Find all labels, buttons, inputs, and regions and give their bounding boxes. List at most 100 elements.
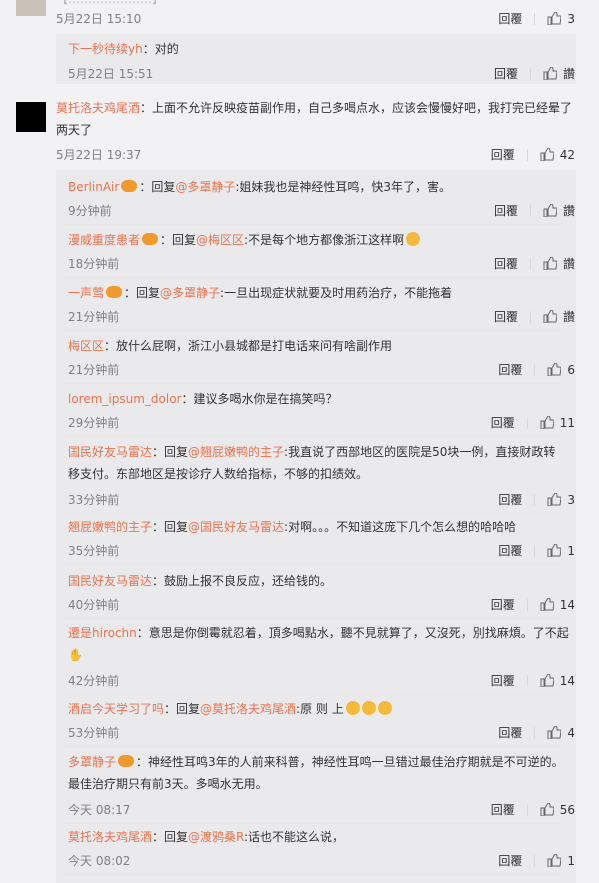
vip-badge-icon xyxy=(106,286,123,298)
user-name-link[interactable]: 莫托洛夫鸡尾酒 xyxy=(56,101,140,115)
reply-text: 莫托洛夫鸡尾酒：回复@渡鸦桑R:话也不能这么说， xyxy=(68,826,344,848)
user-name-link[interactable]: BerlinAir xyxy=(68,180,119,194)
thumb-up-icon[interactable] xyxy=(547,544,562,557)
emoji-icon xyxy=(406,232,421,246)
comment-text: ：回复 xyxy=(139,180,176,194)
thumb-up-icon[interactable] xyxy=(547,854,562,867)
reply-text: 一声莺 ：回复@多罩静子:一旦出现症状就要及时用药治疗，不能拖着 xyxy=(68,282,452,304)
thumb-up-icon[interactable] xyxy=(540,598,554,611)
reply-text-line2: ✋ xyxy=(68,644,83,666)
reply-button[interactable]: 回覆 xyxy=(494,257,518,271)
comment-text: ：回复 xyxy=(152,830,189,844)
like-count: 4 xyxy=(567,726,575,740)
vip-badge-icon xyxy=(121,180,138,192)
user-name-link[interactable]: 酒启今天学习了吗 xyxy=(68,702,164,716)
divider xyxy=(64,694,564,695)
comment-text-rest: :一旦出现症状就要及时用药治疗，不能拖着 xyxy=(220,286,453,300)
thumb-up-icon[interactable] xyxy=(543,310,557,323)
thumb-up-icon[interactable] xyxy=(547,363,562,376)
like-count: 讚 xyxy=(562,310,575,324)
thumb-up-icon[interactable] xyxy=(547,493,562,506)
reply-time: 42分钟前 xyxy=(68,674,120,688)
reply-button[interactable]: 回覆 xyxy=(491,803,515,817)
comment-text-rest: :话也不能这么说， xyxy=(244,830,345,844)
reply-time: 18分钟前 xyxy=(68,257,120,271)
reply-text: 多罩静子 ：神经性耳鸣3年的人前来科普，神经性耳鸣一旦错过最佳治疗期就是不可逆的。 xyxy=(68,751,564,773)
comment-text: ：回复 xyxy=(152,520,189,534)
comment-text-line1: ：上面不允许反映疫苗副作用，自己多喝点水，应该会慢慢好吧，我打完已经晕了 xyxy=(140,101,573,115)
reply-button[interactable]: 回覆 xyxy=(491,674,515,688)
like-count: 讚 xyxy=(562,204,575,218)
reply-time: 9分钟前 xyxy=(68,204,112,218)
user-name-link[interactable]: 一声莺 xyxy=(68,286,104,300)
reply-actions: 回覆 讚 xyxy=(494,308,575,325)
user-name-link[interactable]: 漫威重度患者 xyxy=(68,233,140,247)
mention-link[interactable]: @翘屁嫩鸭的主子 xyxy=(188,445,284,459)
thumb-up-icon[interactable] xyxy=(547,726,562,739)
divider xyxy=(64,277,564,278)
main-avatar[interactable] xyxy=(16,102,46,132)
like-count: 14 xyxy=(559,598,575,612)
user-name-link[interactable]: 国民好友马雷达 xyxy=(68,445,152,459)
user-name-link[interactable]: 多罩静子 xyxy=(68,755,116,769)
reply-button[interactable]: 回覆 xyxy=(498,854,522,868)
reply-button[interactable]: 回覆 xyxy=(494,67,518,81)
user-name-link[interactable]: 梅区区 xyxy=(68,339,104,353)
reply-button[interactable]: 回覆 xyxy=(498,363,522,377)
like-count: 6 xyxy=(567,363,575,377)
mention-link[interactable]: @梅区区 xyxy=(196,233,244,247)
vip-badge-icon xyxy=(142,233,159,245)
comment-text-rest: :我直说了西部地区的医院是50块一例，直接财政转 xyxy=(284,445,556,459)
like-label: 讚 xyxy=(562,67,575,81)
thumb-up-icon[interactable] xyxy=(540,416,554,429)
user-name-link[interactable]: 翘屁嫩鸭的主子 xyxy=(68,520,152,534)
like-count: 1 xyxy=(567,854,575,868)
thumb-up-icon[interactable] xyxy=(540,674,554,687)
sub-reply-item: 下一秒待续yh：对的 xyxy=(68,38,179,60)
reply-button[interactable]: 回覆 xyxy=(491,416,515,430)
comment-text: ：意思是你倒霉就忍着，頂多喝點水，聽不見就算了，又沒死，別找麻煩。了不起 xyxy=(136,626,569,640)
hand-emoji-icon: ✋ xyxy=(68,648,83,662)
reply-button[interactable]: 回覆 xyxy=(491,598,515,612)
top-partial-text: 【…………………】 xyxy=(56,0,164,7)
thumb-up-icon[interactable] xyxy=(540,803,554,816)
mention-link[interactable]: @多罩静子 xyxy=(160,286,220,300)
thumb-up-icon[interactable] xyxy=(540,148,554,161)
user-name-link[interactable]: 莫托洛夫鸡尾酒 xyxy=(68,830,152,844)
reply-button[interactable]: 回覆 xyxy=(494,204,518,218)
like-count: 14 xyxy=(559,674,575,688)
comment-text-rest: :对啊。。。不知道这庞下几个怎么想的哈哈哈 xyxy=(284,520,517,534)
mention-link[interactable]: @渡鸦桑R xyxy=(188,830,244,844)
top-avatar[interactable] xyxy=(16,0,46,16)
reply-button[interactable]: 回覆 xyxy=(491,148,515,162)
main-comment-time: 5月22日 19:37 xyxy=(56,148,142,162)
reply-button[interactable]: 回覆 xyxy=(498,726,522,740)
mention-link[interactable]: @莫托洛夫鸡尾酒 xyxy=(200,702,296,716)
reply-actions: 回覆 3 xyxy=(498,491,575,508)
thumb-up-icon[interactable] xyxy=(543,67,557,80)
comment-text: ：回复 xyxy=(152,445,189,459)
mention-link[interactable]: @多罩静子 xyxy=(175,180,235,194)
comment-text-rest: :姐妹我也是神经性耳鸣，快3年了，害。 xyxy=(235,180,452,194)
top-actions: 回覆 3 xyxy=(498,10,575,27)
top-reply-button[interactable]: 回覆 xyxy=(498,12,522,26)
user-name-link[interactable]: lorem_ipsum_dolor xyxy=(68,392,181,406)
reply-actions: 回覆 6 xyxy=(498,361,575,378)
reply-button[interactable]: 回覆 xyxy=(498,493,522,507)
reply-text: 酒启今天学习了吗：回复@莫托洛夫鸡尾酒:原 则 上 xyxy=(68,698,392,720)
user-name-link[interactable]: 下一秒待续yh xyxy=(68,42,143,56)
thumb-up-icon[interactable] xyxy=(543,257,557,270)
reply-button[interactable]: 回覆 xyxy=(498,544,522,558)
reply-button[interactable]: 回覆 xyxy=(494,310,518,324)
reply-text: 梅区区：放什么屁啊，浙江小县城都是打电话来问有啥副作用 xyxy=(68,335,392,357)
reply-actions: 回覆 讚 xyxy=(494,255,575,272)
reply-text: 翘屁嫩鸭的主子：回复@国民好友马雷达:对啊。。。不知道这庞下几个怎么想的哈哈哈 xyxy=(68,516,516,538)
thumb-up-icon[interactable] xyxy=(543,204,557,217)
reply-time: 29分钟前 xyxy=(68,416,120,430)
user-name-link[interactable]: 遷是hirochn xyxy=(68,626,137,640)
mention-link[interactable]: @国民好友马雷达 xyxy=(188,520,284,534)
thumb-up-icon[interactable] xyxy=(547,12,562,25)
like-count: 56 xyxy=(559,803,575,817)
reply-time: 53分钟前 xyxy=(68,726,120,740)
user-name-link[interactable]: 国民好友马雷达 xyxy=(68,574,152,588)
